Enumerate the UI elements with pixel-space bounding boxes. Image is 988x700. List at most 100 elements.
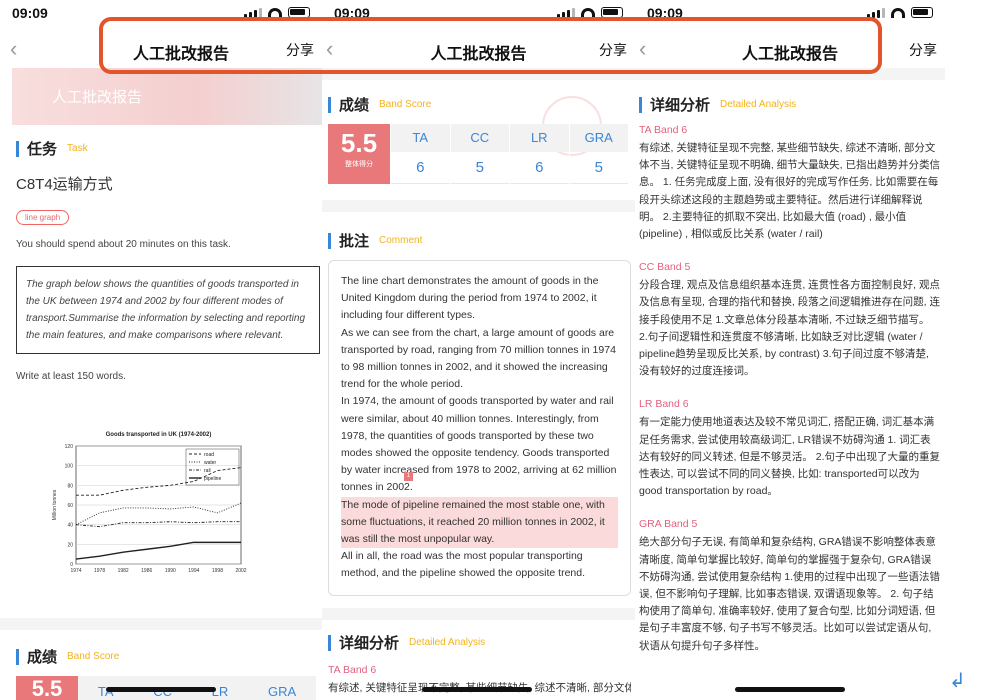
detail-text: 绝大部分句子无误, 有简单和复杂结构, GRA错误不影响整体表意清晰度, 简单句…: [639, 536, 941, 652]
report-screen-3: 09:09 ‹ 人工批改报告 分享 详细分析 Detailed Analysis …: [635, 0, 945, 700]
detail-title-en: Detailed Analysis: [720, 99, 797, 110]
line-chart: Goods transported in UK (1974-2002)02040…: [52, 432, 247, 574]
margin-area: ↲: [945, 0, 988, 700]
task-tag[interactable]: line graph: [16, 210, 70, 225]
overall-score: 5.5 整体得分: [328, 124, 390, 184]
detail-heading: GRA Band 5: [639, 518, 698, 531]
legend-label-water: water: [204, 460, 217, 466]
criterion-score: 6: [391, 152, 450, 184]
comment-title-en: Comment: [379, 235, 423, 246]
x-tick-label: 1982: [118, 568, 129, 574]
detail-section-title: 详细分析 Detailed Analysis: [639, 94, 796, 115]
banner-title: 人工批改报告: [52, 89, 143, 106]
y-tick-label: 60: [67, 503, 73, 509]
detail-item-gra: GRA Band 5 绝大部分句子无误, 有简单和复杂结构, GRA错误不影响整…: [639, 518, 941, 654]
criterion-cc: CC 5: [449, 124, 509, 184]
detail-text: 有综述, 关键特征呈现不完整, 某些细节缺失, 综述不清晰, 部分文体不当, 关…: [639, 142, 941, 241]
series-line-rail: [75, 521, 241, 528]
status-time: 09:09: [12, 5, 48, 21]
detail-section-title: 详细分析 Detailed Analysis: [328, 632, 485, 653]
x-tick-label: 1990: [165, 568, 176, 574]
x-tick-label: 1974: [70, 568, 81, 574]
criteria-gra: GRA: [267, 684, 297, 699]
legend-label-pipeline: pipeline: [204, 476, 221, 482]
overall-score-value: 5.5: [340, 128, 378, 158]
y-tick-label: 120: [65, 444, 74, 450]
wifi-icon: [268, 7, 282, 18]
y-tick-label: 40: [67, 523, 73, 529]
y-tick-label: 100: [65, 464, 74, 470]
report-screen-2: 09:09 ‹ 人工批改报告 分享 成绩 Band Score 5.5 整体得分 …: [322, 0, 635, 700]
comment-title: 批注: [339, 233, 370, 250]
detail-item-ta: TA Band 6 有综述, 关键特征呈现不完整, 某些细节缺失, 综述不清晰,…: [639, 124, 941, 243]
detail-text: 有一定能力使用地道表达及较不常见词汇, 搭配正确, 词汇基本满足任务需求, 尝试…: [639, 416, 941, 498]
criterion-gra: GRA 5: [568, 124, 628, 184]
comment-section-title: 批注 Comment: [328, 230, 422, 251]
wifi-icon: [581, 7, 595, 18]
score-title: 成绩: [339, 97, 370, 114]
detail-item-cc: CC Band 5 分段合理, 观点及信息组织基本连贯, 连贯性各方面控制良好,…: [639, 261, 941, 380]
criterion-name: LR: [510, 124, 569, 152]
home-indicator[interactable]: [735, 687, 845, 692]
signal-icon: [244, 7, 262, 18]
criterion-ta: TA 6: [390, 124, 450, 184]
criterion-score: 5: [569, 152, 628, 184]
chart-title: Goods transported in UK (1974-2002): [106, 432, 212, 438]
report-screen-1: 09:09 ‹ 人工批改报告 分享 人工批改报告 任务 Task C8T4运输方式…: [0, 0, 322, 700]
x-tick-label: 2002: [235, 568, 246, 574]
criterion-name: GRA: [569, 124, 628, 152]
highlight-annotation-box: [99, 17, 882, 74]
detail-title-en: Detailed Analysis: [409, 637, 486, 648]
criterion-score: 5: [450, 152, 509, 184]
detail-list: TA Band 6 有综述, 关键特征呈现不完整, 某些细节缺失, 综述不清晰,…: [639, 124, 941, 655]
criterion-name: CC: [450, 124, 509, 152]
detail-item-lr: LR Band 6 有一定能力使用地道表达及较不常见词汇, 搭配正确, 词汇基本…: [639, 398, 941, 500]
criterion-lr: LR 6: [509, 124, 569, 184]
criterion-name: TA: [391, 124, 450, 152]
x-tick-label: 1978: [94, 568, 105, 574]
report-banner: 人工批改报告: [12, 68, 322, 125]
detail-text: 分段合理, 观点及信息组织基本连贯, 连贯性各方面控制良好, 观点及信息有呈现,…: [639, 279, 941, 378]
essay-paragraph: The line chart demonstrates the amount o…: [341, 275, 599, 322]
word-requirement: Write at least 150 words.: [16, 371, 126, 382]
score-title: 成绩: [27, 649, 58, 666]
annotation-marker[interactable]: 1: [404, 472, 413, 481]
x-tick-label: 1998: [212, 568, 223, 574]
overall-score-partial: 5.5: [16, 676, 78, 700]
x-tick-label: 1986: [141, 568, 152, 574]
detail-heading: LR Band 6: [639, 398, 689, 411]
task-instruction: You should spend about 20 minutes on thi…: [16, 239, 231, 250]
criterion-score: 6: [510, 152, 569, 184]
legend-label-rail: rail: [204, 468, 211, 474]
signal-icon: [557, 7, 575, 18]
task-name: C8T4运输方式: [16, 176, 113, 193]
task-section-title: 任务 Task: [16, 138, 316, 159]
task-chart: Goods transported in UK (1974-2002) 0 20 40…: [48, 424, 258, 584]
detail-title: 详细分析: [339, 635, 400, 652]
detail-title: 详细分析: [650, 97, 711, 114]
task-title-en: Task: [67, 143, 88, 154]
return-arrow-icon[interactable]: ↲: [949, 668, 966, 693]
y-axis-label: Million tonnes: [52, 489, 58, 520]
essay-paragraph-annotated[interactable]: The mode of pipeline remained the most s…: [341, 496, 618, 549]
task-title: 任务: [27, 141, 58, 158]
home-indicator[interactable]: [106, 687, 216, 692]
wifi-icon: [891, 7, 905, 18]
essay-box: The line chart demonstrates the amount o…: [328, 260, 631, 596]
score-title-en: Band Score: [379, 99, 432, 110]
score-title-en: Band Score: [67, 651, 120, 662]
score-table: 5.5 整体得分 TA 6 CC 5 LR 6 GRA 5: [328, 124, 628, 184]
home-indicator[interactable]: [422, 687, 532, 692]
detail-heading: CC Band 5: [639, 261, 691, 274]
detail-heading: TA Band 6: [639, 124, 688, 136]
essay-paragraph: All in all, the road was the most popula…: [341, 550, 586, 580]
essay-paragraph: As we can see from the chart, a large am…: [341, 326, 616, 391]
detail-heading: TA Band 6: [328, 664, 377, 676]
battery-icon: [911, 7, 933, 18]
y-tick-label: 80: [67, 483, 73, 489]
essay-paragraph: In 1974, the amount of goods transported…: [341, 395, 617, 494]
score-section-title-1: 成绩 Band Score: [16, 646, 119, 667]
share-button[interactable]: 分享: [909, 40, 937, 60]
series-line-pipeline: [75, 541, 241, 560]
back-button[interactable]: ‹: [10, 36, 17, 62]
